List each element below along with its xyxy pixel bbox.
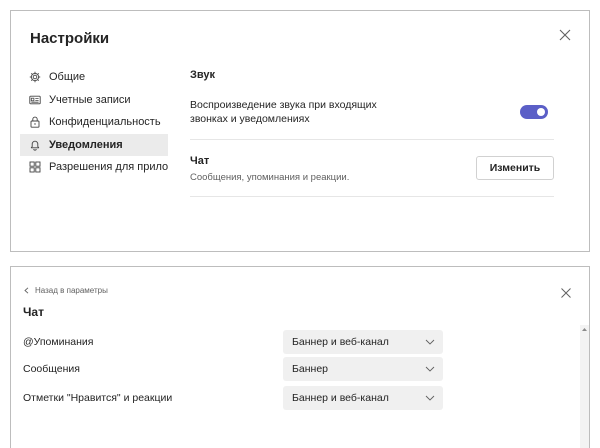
dialog-title: Настройки <box>30 30 110 47</box>
nav-item-notifications[interactable]: Уведомления <box>20 133 168 156</box>
back-link[interactable]: Назад в параметры <box>23 286 108 295</box>
mentions-select[interactable]: Баннер и веб-канал <box>283 330 443 354</box>
scrollbar[interactable] <box>580 325 589 448</box>
chat-settings-dialog: Назад в параметры Чат @Упоминания Баннер… <box>10 266 590 448</box>
notifications-content: Звук Воспроизведение звука при входящих … <box>190 69 554 197</box>
page-title: Чат <box>23 305 44 319</box>
toggle-knob <box>537 108 545 116</box>
sound-toggle[interactable] <box>520 105 548 119</box>
select-value: Баннер и веб-канал <box>292 336 389 348</box>
nav-item-app-permissions[interactable]: Разрешения для прило... <box>20 156 168 179</box>
setting-label: @Упоминания <box>23 336 94 348</box>
settings-dialog: Настройки Общие Учетные записи Конфиденц… <box>10 10 590 252</box>
setting-label: Отметки "Нравится" и реакции <box>23 392 173 404</box>
nav-item-privacy[interactable]: Конфиденциальность <box>20 111 168 134</box>
sound-setting-row: Воспроизведение звука при входящих звонк… <box>190 98 554 138</box>
bell-icon <box>29 139 41 151</box>
nav-item-label: Конфиденциальность <box>49 116 161 129</box>
change-button[interactable]: Изменить <box>476 156 554 180</box>
select-value: Баннер и веб-канал <box>292 392 389 404</box>
back-label: Назад в параметры <box>35 286 108 295</box>
nav-item-label: Уведомления <box>49 138 123 151</box>
accounts-card-icon <box>29 94 41 106</box>
chat-setting-row: Чат Сообщения, упоминания и реакции. Изм… <box>190 155 554 195</box>
chevron-down-icon <box>425 394 435 402</box>
nav-item-label: Общие <box>49 71 86 84</box>
lock-icon <box>29 116 41 128</box>
nav-item-general[interactable]: Общие <box>20 66 168 89</box>
chevron-down-icon <box>425 365 435 373</box>
settings-nav: Общие Учетные записи Конфиденциальность … <box>20 66 168 179</box>
messages-row: Сообщения Баннер <box>23 357 443 381</box>
likes-reactions-row: Отметки "Нравится" и реакции Баннер и ве… <box>23 386 443 410</box>
mentions-row: @Упоминания Баннер и веб-канал <box>23 330 443 354</box>
sound-heading: Звук <box>190 69 216 81</box>
gear-icon <box>29 71 41 83</box>
close-icon[interactable] <box>558 28 572 42</box>
select-value: Баннер <box>292 363 329 375</box>
divider <box>190 196 554 197</box>
nav-item-label: Разрешения для прило... <box>49 161 168 174</box>
setting-label: Сообщения <box>23 363 80 375</box>
chevron-left-icon <box>23 287 30 294</box>
messages-select[interactable]: Баннер <box>283 357 443 381</box>
scroll-up-arrow-icon[interactable] <box>581 326 588 333</box>
chevron-down-icon <box>425 338 435 346</box>
likes-reactions-select[interactable]: Баннер и веб-канал <box>283 386 443 410</box>
divider <box>190 139 554 140</box>
apps-grid-icon <box>29 161 41 173</box>
nav-item-accounts[interactable]: Учетные записи <box>20 89 168 112</box>
sound-description: Воспроизведение звука при входящих звонк… <box>190 99 377 125</box>
nav-item-label: Учетные записи <box>49 93 131 106</box>
close-icon[interactable] <box>560 287 572 299</box>
